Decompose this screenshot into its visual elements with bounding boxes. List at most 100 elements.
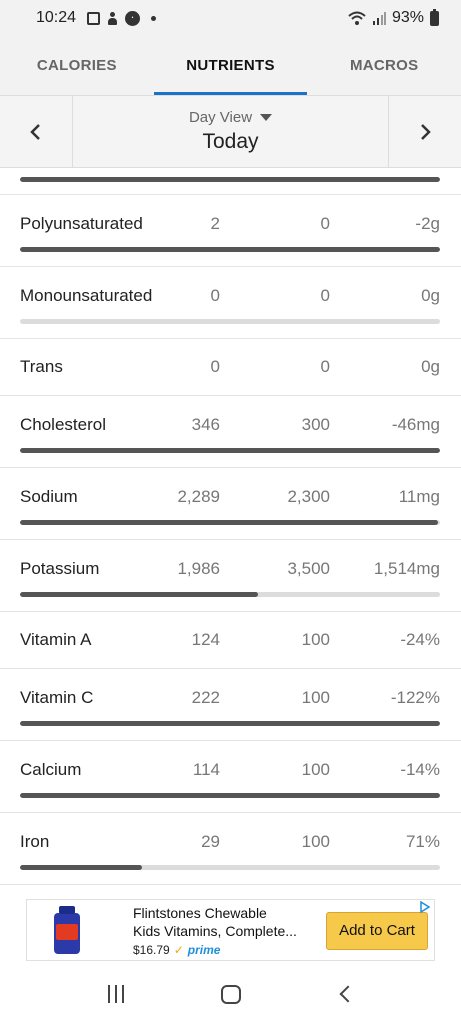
nutrient-left: -14% — [400, 760, 440, 779]
nutrient-row[interactable]: Vitamin A 124 100 -24% — [0, 612, 461, 669]
day-view-label: Day View — [188, 109, 253, 126]
progress-bar — [20, 793, 440, 798]
progress-bar-fill — [20, 448, 440, 453]
nutrient-left: -46mg — [391, 415, 440, 434]
ad-price-row: $16.79 ✓ prime — [133, 941, 326, 959]
next-day-button[interactable] — [388, 96, 461, 167]
progress-bar — [20, 520, 440, 525]
vitamin-bottle-icon — [54, 906, 80, 954]
tab-calories[interactable]: CALORIES — [0, 36, 154, 95]
nutrient-goal: 3,500 — [287, 559, 330, 578]
back-icon — [339, 985, 356, 1003]
nutrient-total: 2,289 — [177, 487, 220, 506]
wifi-icon — [348, 11, 366, 25]
progress-bar-fill — [20, 247, 440, 252]
nutrient-row[interactable]: Potassium 1,986 3,500 1,514mg — [0, 540, 461, 612]
day-navigation: Day View Today — [0, 96, 461, 168]
battery-percent: 93% — [391, 9, 424, 26]
nutrient-row[interactable]: Polyunsaturated 2 0 -2g — [0, 195, 461, 267]
ad-price: $16.79 — [133, 942, 170, 957]
recent-apps-button[interactable] — [91, 974, 141, 1014]
progress-bar — [20, 177, 440, 182]
nutrient-list[interactable]: Polyunsaturated 2 0 -2g Monounsaturated 0 0 0g T… — [0, 168, 461, 896]
nutrient-row[interactable]: Vitamin C 222 100 -122% — [0, 669, 461, 741]
nutrient-left: -2g — [415, 214, 440, 233]
nutrient-left: -122% — [390, 688, 440, 707]
nutrient-goal: 0 — [320, 214, 330, 233]
image-icon — [87, 11, 101, 25]
nutrient-goal: 2,300 — [287, 487, 330, 506]
previous-day-button[interactable] — [0, 96, 73, 167]
nutrient-left: 0g — [421, 357, 440, 376]
status-right: 93% — [348, 8, 439, 27]
nutrient-cells: Potassium 1,986 3,500 1,514mg — [20, 558, 440, 580]
nutrient-goal: 0 — [320, 286, 330, 305]
nutrient-cells: Monounsaturated 0 0 0g — [20, 285, 440, 307]
system-nav-bar — [0, 964, 461, 1024]
nutrient-goal: 100 — [301, 832, 330, 851]
nutrient-row[interactable]: Cholesterol 346 300 -46mg — [0, 396, 461, 468]
nutrient-row[interactable]: Iron 29 100 71% — [0, 813, 461, 885]
nutrient-total: 2 — [210, 214, 220, 233]
home-button[interactable] — [206, 974, 256, 1014]
nutrient-cells: Calcium 114 100 -14% — [20, 759, 440, 781]
nutrient-cells: Vitamin C 222 100 -122% — [20, 687, 440, 709]
nutrient-row[interactable]: Calcium 114 100 -14% — [0, 741, 461, 813]
nutrient-row[interactable]: Sodium 2,289 2,300 11mg — [0, 468, 461, 540]
nutrient-left: -24% — [400, 630, 440, 649]
current-day-label: Today — [202, 130, 259, 153]
nutrient-cells: Sodium 2,289 2,300 11mg — [20, 486, 440, 508]
progress-bar — [20, 448, 440, 453]
home-icon — [220, 984, 241, 1004]
nutrient-goal: 300 — [301, 415, 330, 434]
progress-bar — [20, 592, 440, 597]
progress-bar — [20, 319, 440, 324]
nutrient-left: 71% — [405, 832, 440, 851]
battery-icon — [430, 8, 439, 26]
progress-bar — [20, 865, 440, 870]
nutrient-total: 114 — [192, 760, 220, 779]
nutrient-cells: Vitamin A 124 100 -24% — [20, 629, 440, 651]
ad-title-line2: Kids Vitamins, Complete... — [133, 922, 297, 939]
product-image[interactable] — [27, 899, 107, 961]
nutrient-cells: Polyunsaturated 2 0 -2g — [20, 213, 440, 235]
progress-bar-fill — [20, 520, 438, 525]
ad-title-line1: Flintstones Chewable — [133, 904, 267, 921]
progress-bar — [20, 721, 440, 726]
nutrient-row[interactable]: Monounsaturated 0 0 0g — [0, 267, 461, 339]
add-to-cart-button[interactable]: Add to Cart — [326, 911, 428, 950]
chevron-right-icon — [421, 123, 431, 140]
nutrient-total: 222 — [191, 688, 220, 707]
nutrient-total: 1,986 — [177, 559, 220, 578]
caret-down-icon — [260, 114, 273, 121]
ad-banner[interactable]: Flintstones Chewable Kids Vitamins, Comp… — [26, 899, 435, 961]
progress-bar-fill — [20, 793, 440, 798]
chevron-left-icon — [30, 123, 40, 140]
progress-bar-fill — [20, 721, 440, 726]
status-bar: 10:24 • 93% — [0, 0, 461, 36]
app-badge-icon: • — [125, 10, 141, 26]
progress-bar-fill — [20, 592, 259, 597]
status-time: 10:24 — [36, 9, 77, 26]
back-button[interactable] — [321, 974, 371, 1014]
nutrient-total: 346 — [191, 415, 220, 434]
tab-bar: CALORIES NUTRIENTS MACROS — [0, 36, 461, 96]
nutrient-total: 0 — [210, 357, 220, 376]
prime-badge: prime — [187, 942, 221, 957]
nutrient-cells: Trans 0 0 0g — [20, 356, 440, 378]
list-item-partial — [0, 168, 461, 195]
nutrient-row[interactable]: Trans 0 0 0g — [0, 339, 461, 396]
progress-bar-fill — [20, 865, 142, 870]
tab-nutrients[interactable]: NUTRIENTS — [153, 36, 308, 95]
day-view-dropdown[interactable]: Day View — [188, 109, 273, 126]
ad-text[interactable]: Flintstones Chewable Kids Vitamins, Comp… — [107, 902, 326, 959]
nutrient-left: 1,514mg — [373, 559, 440, 578]
adchoices-icon[interactable] — [419, 901, 431, 913]
tab-macros[interactable]: MACROS — [307, 36, 461, 95]
nutrient-left: 0g — [421, 286, 440, 305]
prime-check-icon: ✓ — [173, 942, 184, 957]
nutrient-goal: 100 — [301, 688, 330, 707]
day-view-selector[interactable]: Day View Today — [73, 96, 388, 167]
nutrient-left: 11mg — [398, 487, 440, 506]
nutrient-goal: 100 — [301, 630, 330, 649]
